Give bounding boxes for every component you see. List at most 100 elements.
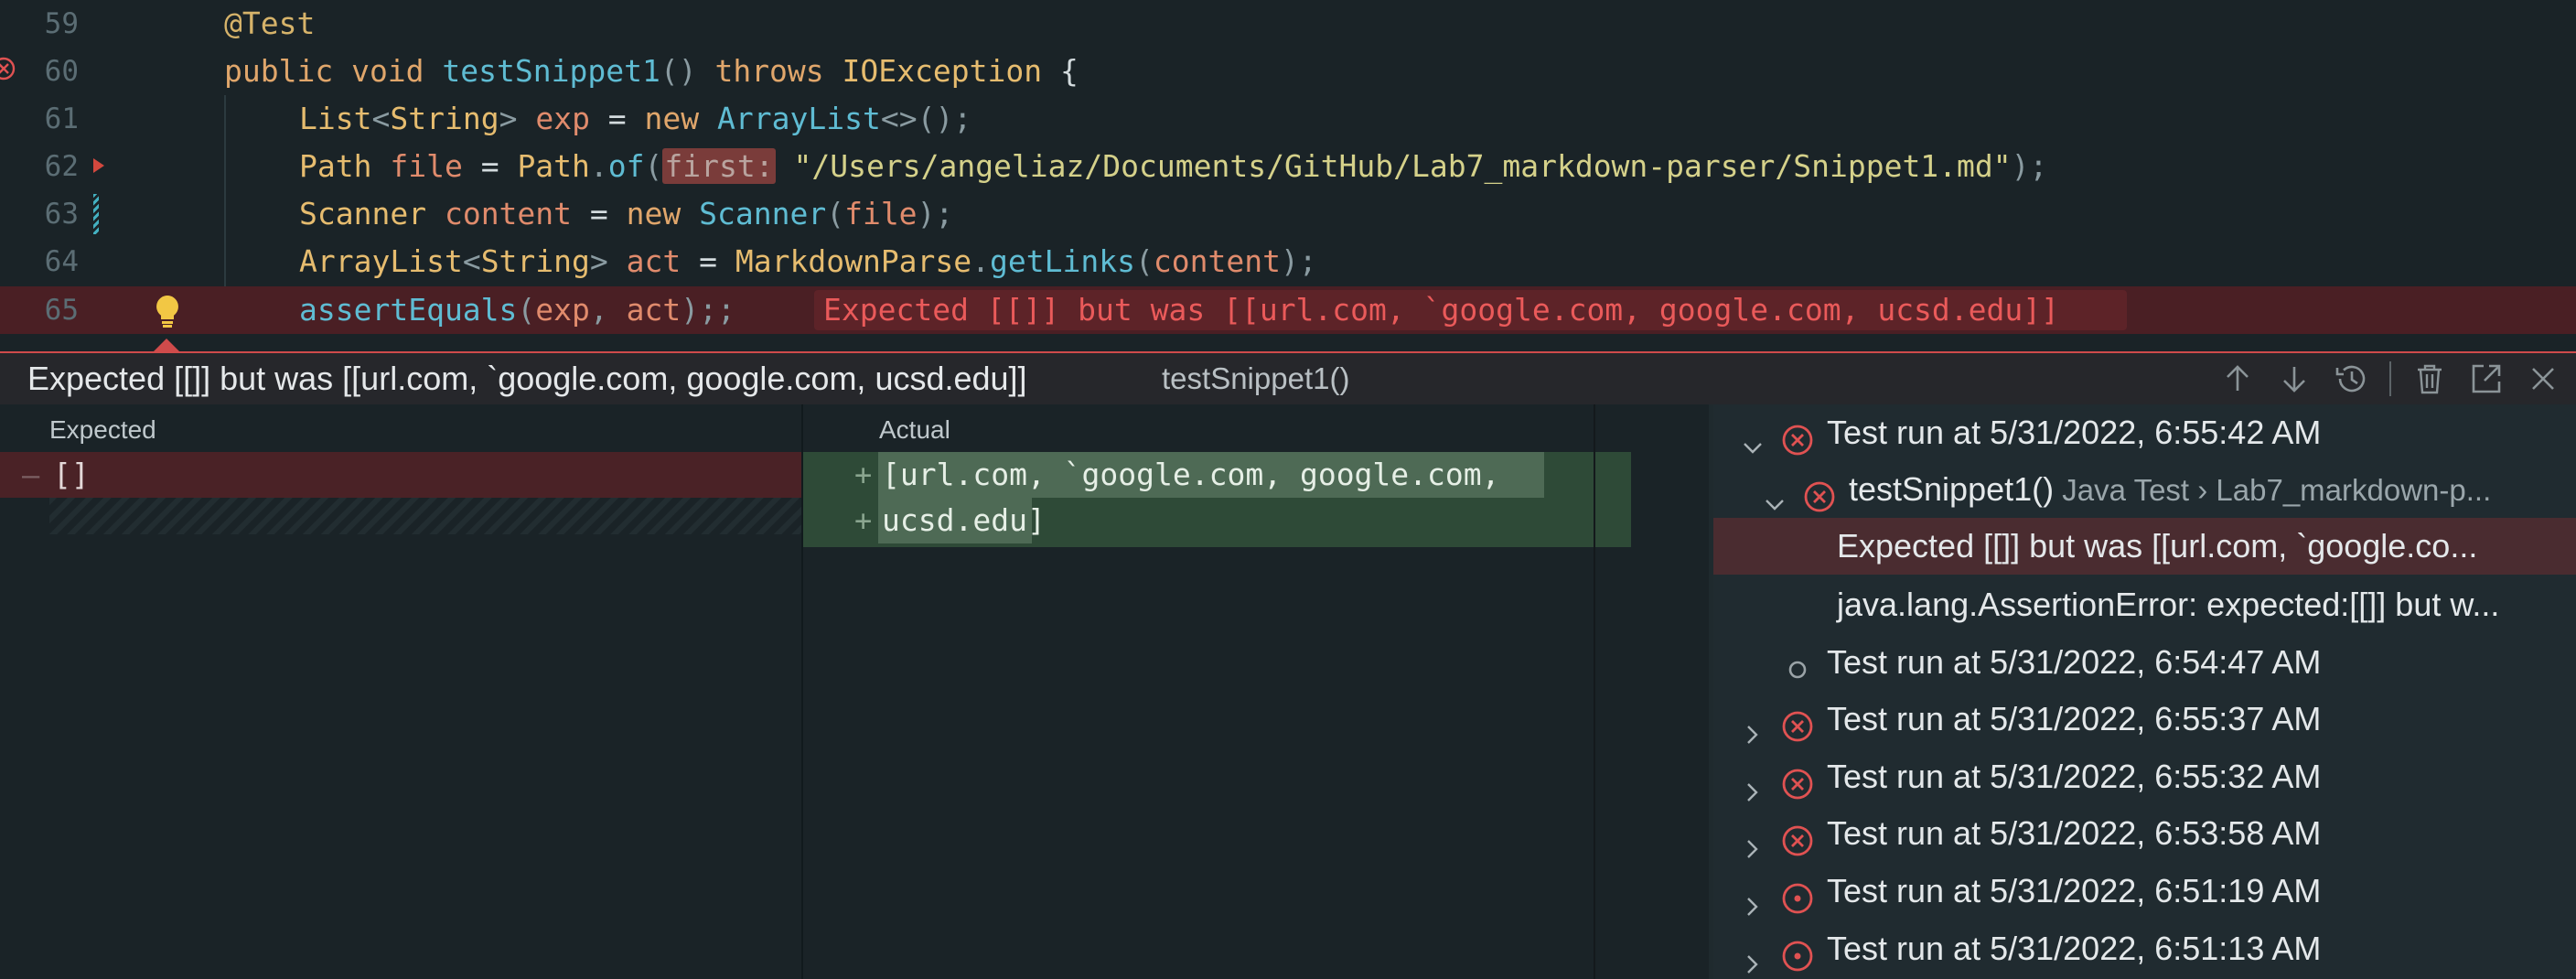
code-token: exp bbox=[535, 101, 590, 136]
test-tree-item[interactable]: Test run at 5/31/2022, 6:53:58 AM bbox=[1713, 805, 2576, 862]
code-token: );; bbox=[681, 292, 735, 328]
code-token: act bbox=[626, 292, 682, 328]
peek-actions bbox=[2219, 360, 2561, 397]
code-token: file bbox=[390, 148, 463, 184]
chevron-right-icon[interactable] bbox=[1741, 707, 1765, 744]
test-tree-label: Test run at 5/31/2022, 6:55:32 AM bbox=[1827, 748, 2321, 805]
code-token: ArrayList bbox=[717, 101, 881, 136]
added-marker: + bbox=[854, 503, 873, 538]
test-tree-label-text: testSnippet1() bbox=[1849, 470, 2055, 508]
line-number: 59 bbox=[44, 7, 79, 40]
code-editor[interactable]: 59 @Test 60 public void testSnippet1() thro… bbox=[0, 0, 2576, 351]
inline-error-message[interactable]: Expected [[]] but was [[url.com, `google… bbox=[823, 286, 2059, 334]
removed-line bbox=[0, 452, 801, 498]
diff-filler bbox=[49, 498, 801, 534]
test-errored-icon bbox=[1781, 933, 1814, 972]
code-token: . bbox=[589, 148, 608, 184]
code-token: = bbox=[589, 101, 645, 136]
chevron-down-icon[interactable] bbox=[1763, 478, 1787, 511]
code-text: Scanner content = new Scanner(file); bbox=[299, 190, 953, 238]
code-line[interactable]: 64 ArrayList<String> act = MarkdownParse.… bbox=[0, 238, 2576, 285]
expected-label: Expected bbox=[49, 415, 156, 444]
test-tree-item[interactable]: Test run at 5/31/2022, 6:55:37 AM bbox=[1713, 691, 2576, 748]
arrow-up-icon[interactable] bbox=[2219, 360, 2256, 397]
chevron-right-icon[interactable] bbox=[1741, 937, 1765, 974]
code-line[interactable]: 60 public void testSnippet1() throws IOEx… bbox=[0, 48, 2576, 95]
code-token: file bbox=[844, 196, 918, 231]
code-token: = bbox=[572, 196, 627, 231]
peek-test-name[interactable]: testSnippet1() bbox=[1162, 353, 1349, 404]
code-line[interactable]: 61 List<String> exp = new ArrayList<>(); bbox=[0, 95, 2576, 143]
actual-label: Actual bbox=[879, 415, 950, 444]
test-tree-label-text: Test run at 5/31/2022, 6:54:47 AM bbox=[1827, 643, 2322, 681]
test-tree-item[interactable]: Test run at 5/31/2022, 6:54:47 AM bbox=[1713, 634, 2576, 691]
test-tree-label-text: Test run at 5/31/2022, 6:55:32 AM bbox=[1827, 758, 2322, 795]
code-token: > bbox=[589, 243, 627, 279]
chevron-right-icon[interactable] bbox=[1741, 879, 1765, 916]
chevron-right-icon[interactable] bbox=[1741, 765, 1765, 801]
open-external-icon[interactable] bbox=[2468, 360, 2505, 397]
test-tree-label-text: Test run at 5/31/2022, 6:51:13 AM bbox=[1827, 930, 2322, 967]
test-unset-icon bbox=[1781, 647, 1814, 680]
code-token: public void bbox=[224, 53, 443, 89]
diff-minimap-divider bbox=[1594, 404, 1595, 979]
change-marker[interactable] bbox=[93, 194, 99, 234]
code-line[interactable]: 65 assertEquals(exp, act);; Expected [[]] … bbox=[0, 286, 2576, 334]
line-number: 65 bbox=[44, 294, 79, 327]
code-token: = bbox=[462, 148, 518, 184]
test-tree-item[interactable]: testSnippet1() Java Test › Lab7_markdown… bbox=[1713, 461, 2576, 518]
history-icon[interactable] bbox=[2333, 360, 2369, 397]
code-token: String bbox=[480, 243, 590, 279]
line-number: 63 bbox=[44, 198, 79, 231]
test-tree-item[interactable]: java.lang.AssertionError: expected:[[]] … bbox=[1713, 576, 2576, 633]
code-token: @Test bbox=[224, 5, 316, 41]
code-token: "/Users/angeliaz/Documents/GitHub/Lab7_m… bbox=[793, 148, 2012, 184]
test-tree-label: java.lang.AssertionError: expected:[[]] … bbox=[1837, 576, 2499, 633]
arrow-down-icon[interactable] bbox=[2276, 360, 2313, 397]
code-token: > bbox=[499, 101, 536, 136]
line-number: 61 bbox=[44, 102, 79, 135]
test-tree-item[interactable]: Test run at 5/31/2022, 6:51:19 AM bbox=[1713, 863, 2576, 920]
code-token: { bbox=[1059, 53, 1079, 89]
code-token: ( bbox=[644, 148, 663, 184]
test-tree-label-text: Test run at 5/31/2022, 6:55:42 AM bbox=[1827, 414, 2322, 451]
code-token: < bbox=[371, 101, 391, 136]
code-line[interactable]: 62 Path file = Path.of(first: "/Users/ang… bbox=[0, 143, 2576, 190]
code-token: ( bbox=[1134, 243, 1154, 279]
code-token: content bbox=[1153, 243, 1281, 279]
close-icon[interactable] bbox=[2525, 360, 2561, 397]
test-failed-icon bbox=[1781, 818, 1814, 856]
test-tree-item[interactable]: Test run at 5/31/2022, 6:55:42 AM bbox=[1713, 404, 2576, 461]
chevron-right-icon[interactable] bbox=[1741, 822, 1765, 858]
test-tree-label: Test run at 5/31/2022, 6:53:58 AM bbox=[1827, 805, 2321, 862]
code-token: exp bbox=[535, 292, 590, 328]
test-tree-item[interactable]: Test run at 5/31/2022, 6:51:13 AM bbox=[1713, 920, 2576, 977]
test-tree-label: Test run at 5/31/2022, 6:54:47 AM bbox=[1827, 634, 2321, 691]
test-tree-label-text: java.lang.AssertionError: expected:[[]] … bbox=[1837, 586, 2500, 623]
test-tree-item[interactable]: Test run at 5/31/2022, 6:55:32 AM bbox=[1713, 748, 2576, 805]
actual-value-line: [url.com, `google.com, google.com, bbox=[882, 457, 1500, 492]
diff-actual-pane[interactable]: Actual + [url.com, `google.com, google.c… bbox=[803, 404, 1709, 979]
code-token: Scanner bbox=[699, 196, 827, 231]
test-peek-panel: Expected [[]] but was [[url.com, `google… bbox=[0, 351, 2576, 979]
diff-expected-pane[interactable]: Expected — [] bbox=[0, 404, 801, 979]
test-tree-item[interactable]: Expected [[]] but was [[url.com, `google… bbox=[1713, 518, 2576, 575]
code-text: Path file = Path.of(first: "/Users/angel… bbox=[299, 143, 2047, 190]
code-line[interactable]: 59 @Test bbox=[0, 0, 2576, 48]
trash-icon[interactable] bbox=[2411, 360, 2448, 397]
code-token: Scanner bbox=[299, 196, 445, 231]
code-text: List<String> exp = new ArrayList<>(); bbox=[299, 95, 971, 143]
test-tree-label: Expected [[]] but was [[url.com, `google… bbox=[1837, 518, 2477, 575]
code-line[interactable]: 63 Scanner content = new Scanner(file); bbox=[0, 190, 2576, 238]
test-failed-icon bbox=[1781, 761, 1814, 800]
test-failed-icon[interactable] bbox=[0, 57, 16, 81]
test-errored-icon bbox=[1781, 876, 1814, 914]
code-token: content bbox=[444, 196, 573, 231]
lightbulb-icon[interactable] bbox=[154, 294, 181, 333]
code-token: throws bbox=[714, 53, 843, 89]
breakpoint-marker-icon[interactable] bbox=[93, 158, 104, 178]
parameter-hint: first: bbox=[662, 148, 776, 184]
test-tree-label: Test run at 5/31/2022, 6:51:13 AM bbox=[1827, 920, 2321, 977]
chevron-down-icon[interactable] bbox=[1741, 421, 1765, 454]
code-text: public void testSnippet1() throws IOExce… bbox=[224, 48, 1079, 95]
